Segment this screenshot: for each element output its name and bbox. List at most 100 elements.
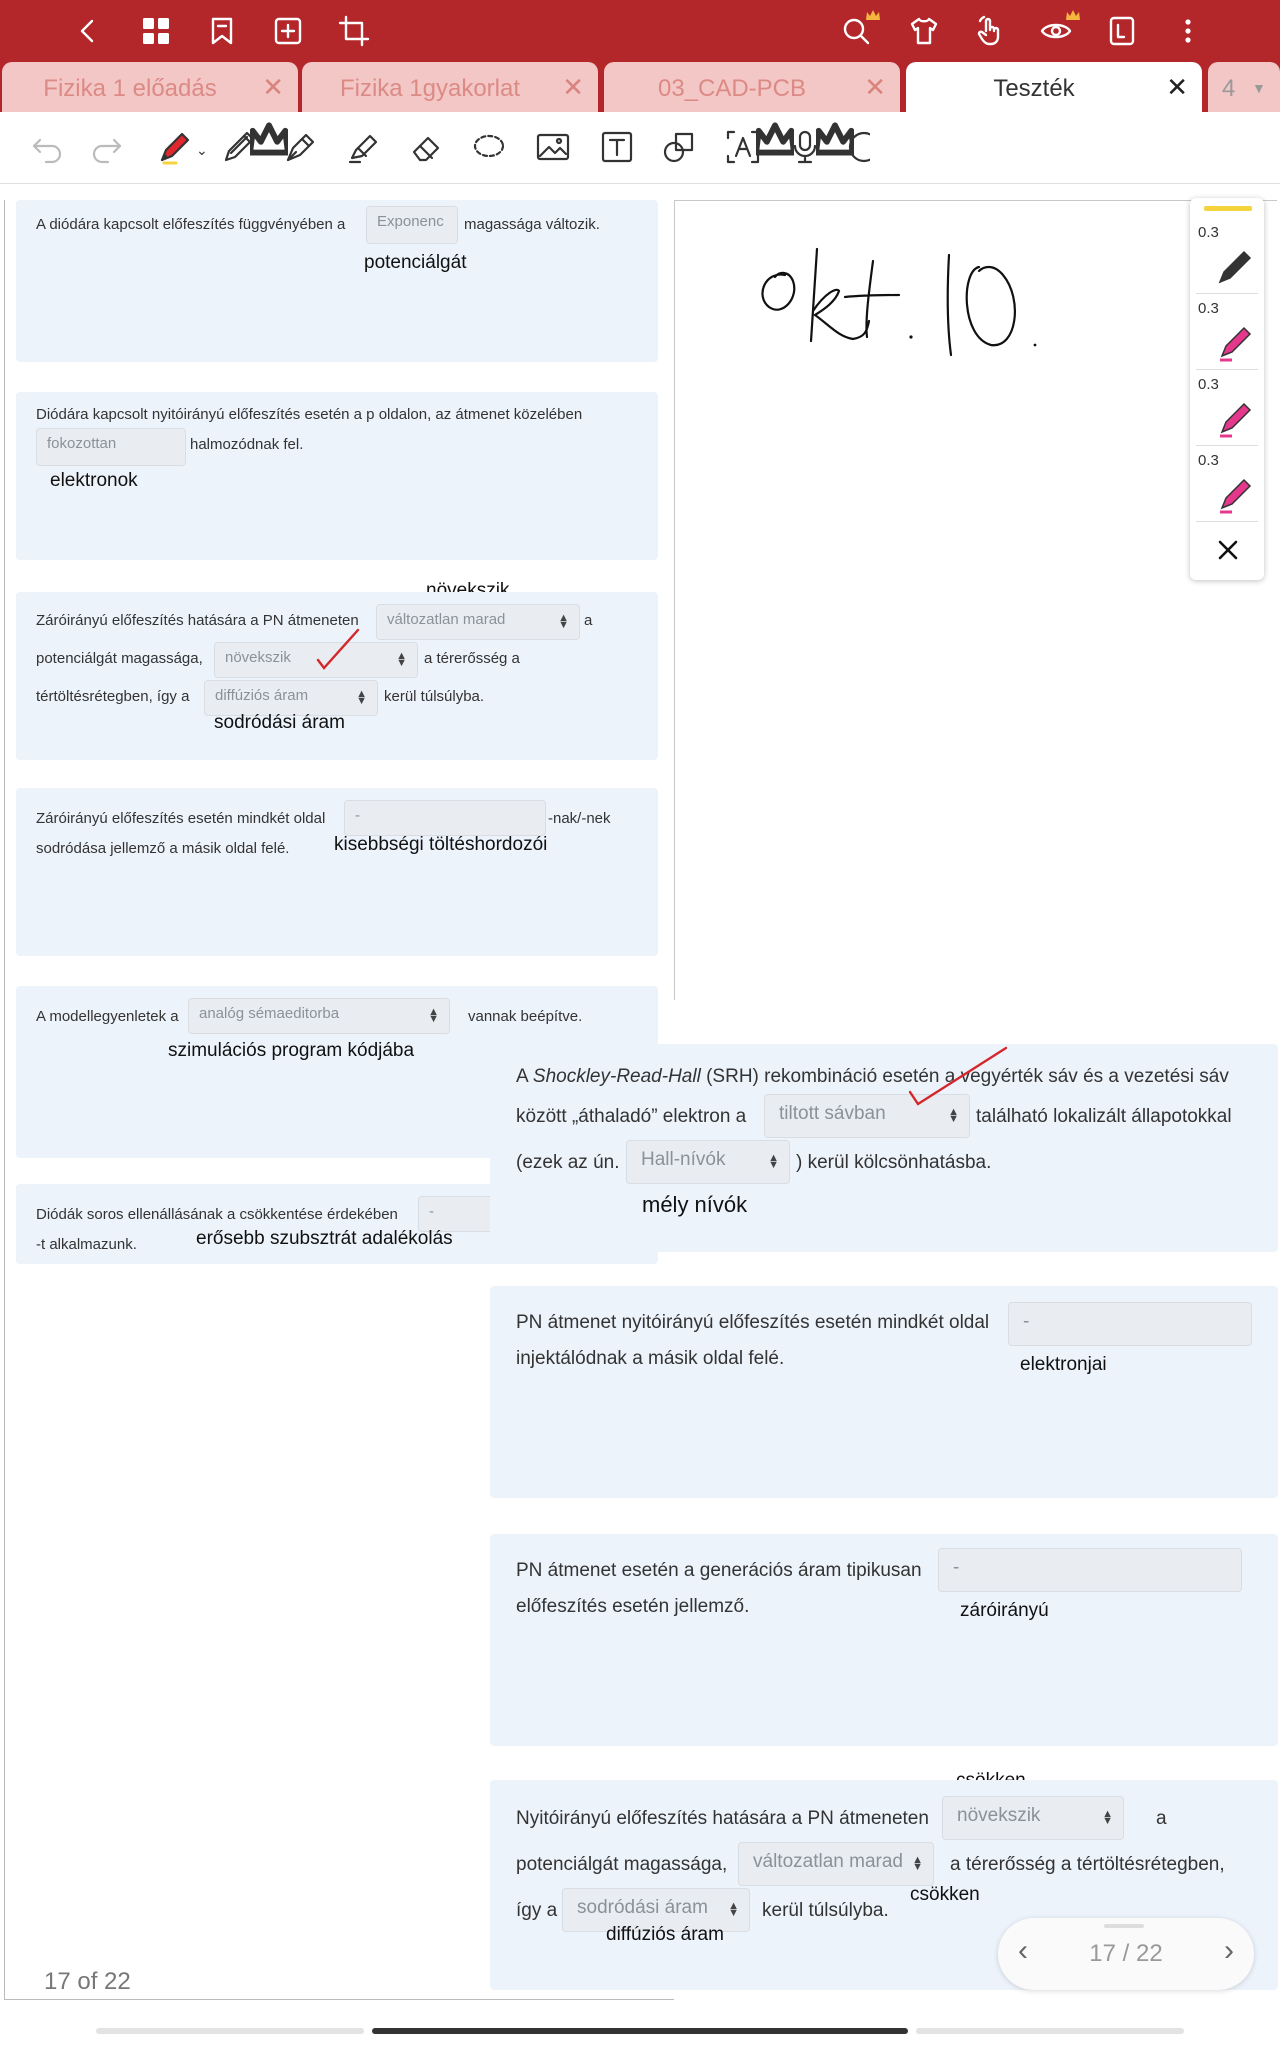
handwritten-answer: záróirányú [960,1600,1049,1621]
page-indicator[interactable]: 17 / 22 [998,1940,1254,1968]
tab-fizika-eloadas[interactable]: Fizika 1 előadás ✕ [2,62,298,112]
select-dropdown[interactable]: diffúziós áram ▲ ▼ [204,680,378,716]
question-text: a térerősség a [424,650,520,667]
question-text: sodródása jellemző a másik oldal felé. [36,840,290,857]
question-card: Záróirányú előfeszítés hatására a PN átm… [16,592,658,760]
text-recognition-icon[interactable] [720,122,797,170]
tab-tesztek[interactable]: Teszték ✕ [906,62,1202,112]
tab-close-icon[interactable]: ✕ [562,72,584,103]
select-dropdown[interactable]: Hall-nívók ▲ ▼ [626,1140,790,1184]
add-page-icon[interactable] [268,11,308,51]
question-text: PN átmenet esetén a generációs áram tipi… [516,1560,922,1581]
handwritten-answer: diffúziós áram [606,1924,724,1945]
question-text: kerül túlsúlyba. [762,1900,889,1921]
pen-size-label: 0.3 [1198,452,1219,469]
select-value: változatlan marad [387,611,506,628]
handwriting-canvas[interactable] [674,200,1277,1000]
notebook-icon[interactable] [1102,11,1142,51]
select-dropdown[interactable]: analóg sémaeditorba ▲ ▼ [188,998,450,1034]
answer-input[interactable]: - [1008,1302,1252,1346]
shirt-icon[interactable] [904,11,944,51]
select-dropdown[interactable]: növekszik ▲ ▼ [942,1796,1124,1840]
pen-presets-panel: 0.3 0.3 0.3 0.3 [1190,198,1264,580]
question-card: PN átmenet esetén a generációs áram tipi… [490,1534,1278,1746]
tab-close-icon[interactable]: ✕ [262,72,284,103]
hand-touch-icon[interactable] [970,11,1010,51]
tab-close-icon[interactable]: ✕ [864,72,886,103]
tab-label: 03_CAD-PCB [657,75,807,102]
handwritten-answer: szimulációs program kódjába [168,1040,415,1061]
select-arrows-icon: ▲ ▼ [558,612,569,631]
image-icon[interactable] [530,124,576,170]
question-text: tértöltésrétegben, így a [36,688,190,705]
handwritten-answer: elektronjai [1020,1354,1107,1375]
lasso-icon[interactable] [466,124,512,170]
pen-size-label: 0.3 [1198,376,1219,393]
drawing-toolbar: ⌄ [0,112,1280,282]
eraser-icon[interactable] [404,124,450,170]
question-text: A modellegyenletek a [36,1008,179,1025]
question-text: halmozódnak fel. [190,436,304,453]
answer-input[interactable]: - [344,800,546,836]
question-text: Diódák soros ellenállásának a csökkentés… [36,1206,398,1223]
scroll-thumb[interactable] [372,2028,908,2034]
select-value: tiltott sávban [779,1103,886,1124]
question-text: Nyitóirányú előfeszítés hatására a PN át… [516,1808,929,1829]
pencil-icon[interactable] [216,122,291,170]
question-text: a [584,612,593,629]
undo-icon[interactable] [24,124,70,170]
question-card: Záróirányú előfeszítés esetén mindkét ol… [16,788,658,956]
pen-preset-pink-2[interactable]: 0.3 [1196,374,1258,446]
close-icon[interactable] [1214,536,1242,564]
eye-icon[interactable] [1036,10,1080,51]
bookmark-icon[interactable] [202,11,242,51]
tab-label: Fizika 1 előadás [43,75,217,102]
select-dropdown[interactable]: változatlan marad ▲ ▼ [376,604,580,640]
select-arrows-icon: ▲ ▼ [428,1006,439,1025]
answer-input[interactable]: - [938,1548,1242,1592]
tab-close-icon[interactable]: ✕ [1166,72,1188,103]
handwritten-answer: elektronok [50,470,138,491]
search-icon[interactable] [836,10,880,51]
question-text: potenciálgát magassága, [516,1854,728,1875]
answer-input[interactable]: Exponenc [366,206,458,244]
drag-handle[interactable] [1104,1924,1144,1928]
fountain-pen-icon[interactable] [278,124,324,170]
select-arrows-icon: ▲ ▼ [948,1106,959,1125]
question-text: előfeszítés esetén jellemző. [516,1596,750,1617]
more-vert-icon[interactable] [1168,11,1208,51]
answer-input[interactable]: fokozottan [36,428,186,466]
question-text: magassága változik. [464,216,600,233]
tab-count[interactable]: 4 ▼ [1208,62,1280,112]
question-text: vannak beépítve. [468,1008,583,1025]
question-text: a térerősség a tértöltésrétegben, [950,1854,1225,1875]
select-arrows-icon: ▲ ▼ [768,1152,779,1171]
tab-fizika-gyakorlat[interactable]: Fizika 1gyakorlat ✕ [302,62,598,112]
question-text: található lokalizált állapotokkal [976,1106,1232,1127]
question-text: között „áthaladó” elektron a [516,1106,747,1127]
back-icon[interactable] [68,11,108,51]
redo-icon[interactable] [84,124,130,170]
highlighter-icon[interactable] [340,124,386,170]
crop-icon[interactable] [334,11,374,51]
tab-cad-pcb[interactable]: 03_CAD-PCB ✕ [604,62,900,112]
select-value: Hall-nívók [641,1149,726,1170]
shape-icon[interactable] [656,124,702,170]
top-app-bar [0,0,1280,62]
pen-preset-pink-3[interactable]: 0.3 [1196,450,1258,522]
pen-preset-pink-1[interactable]: 0.3 [1196,298,1258,370]
text-box-icon[interactable] [594,124,640,170]
pen-preset-black[interactable]: 0.3 [1196,222,1258,294]
select-dropdown[interactable]: változatlan marad ▲ ▼ [738,1842,934,1886]
grid-icon[interactable] [136,11,176,51]
pen-icon [1218,250,1252,284]
chevron-down-icon[interactable]: ⌄ [196,142,208,159]
scroll-track-right [916,2028,1184,2034]
sticker-icon[interactable] [840,124,870,170]
chevron-right-icon[interactable]: › [1224,1934,1234,1968]
select-value: növekszik [225,649,291,666]
page-count-label: 17 of 22 [44,1968,131,1995]
pen-tool-icon[interactable] [152,124,198,170]
tab-label: Teszték [993,75,1075,102]
microphone-icon[interactable] [782,122,857,170]
